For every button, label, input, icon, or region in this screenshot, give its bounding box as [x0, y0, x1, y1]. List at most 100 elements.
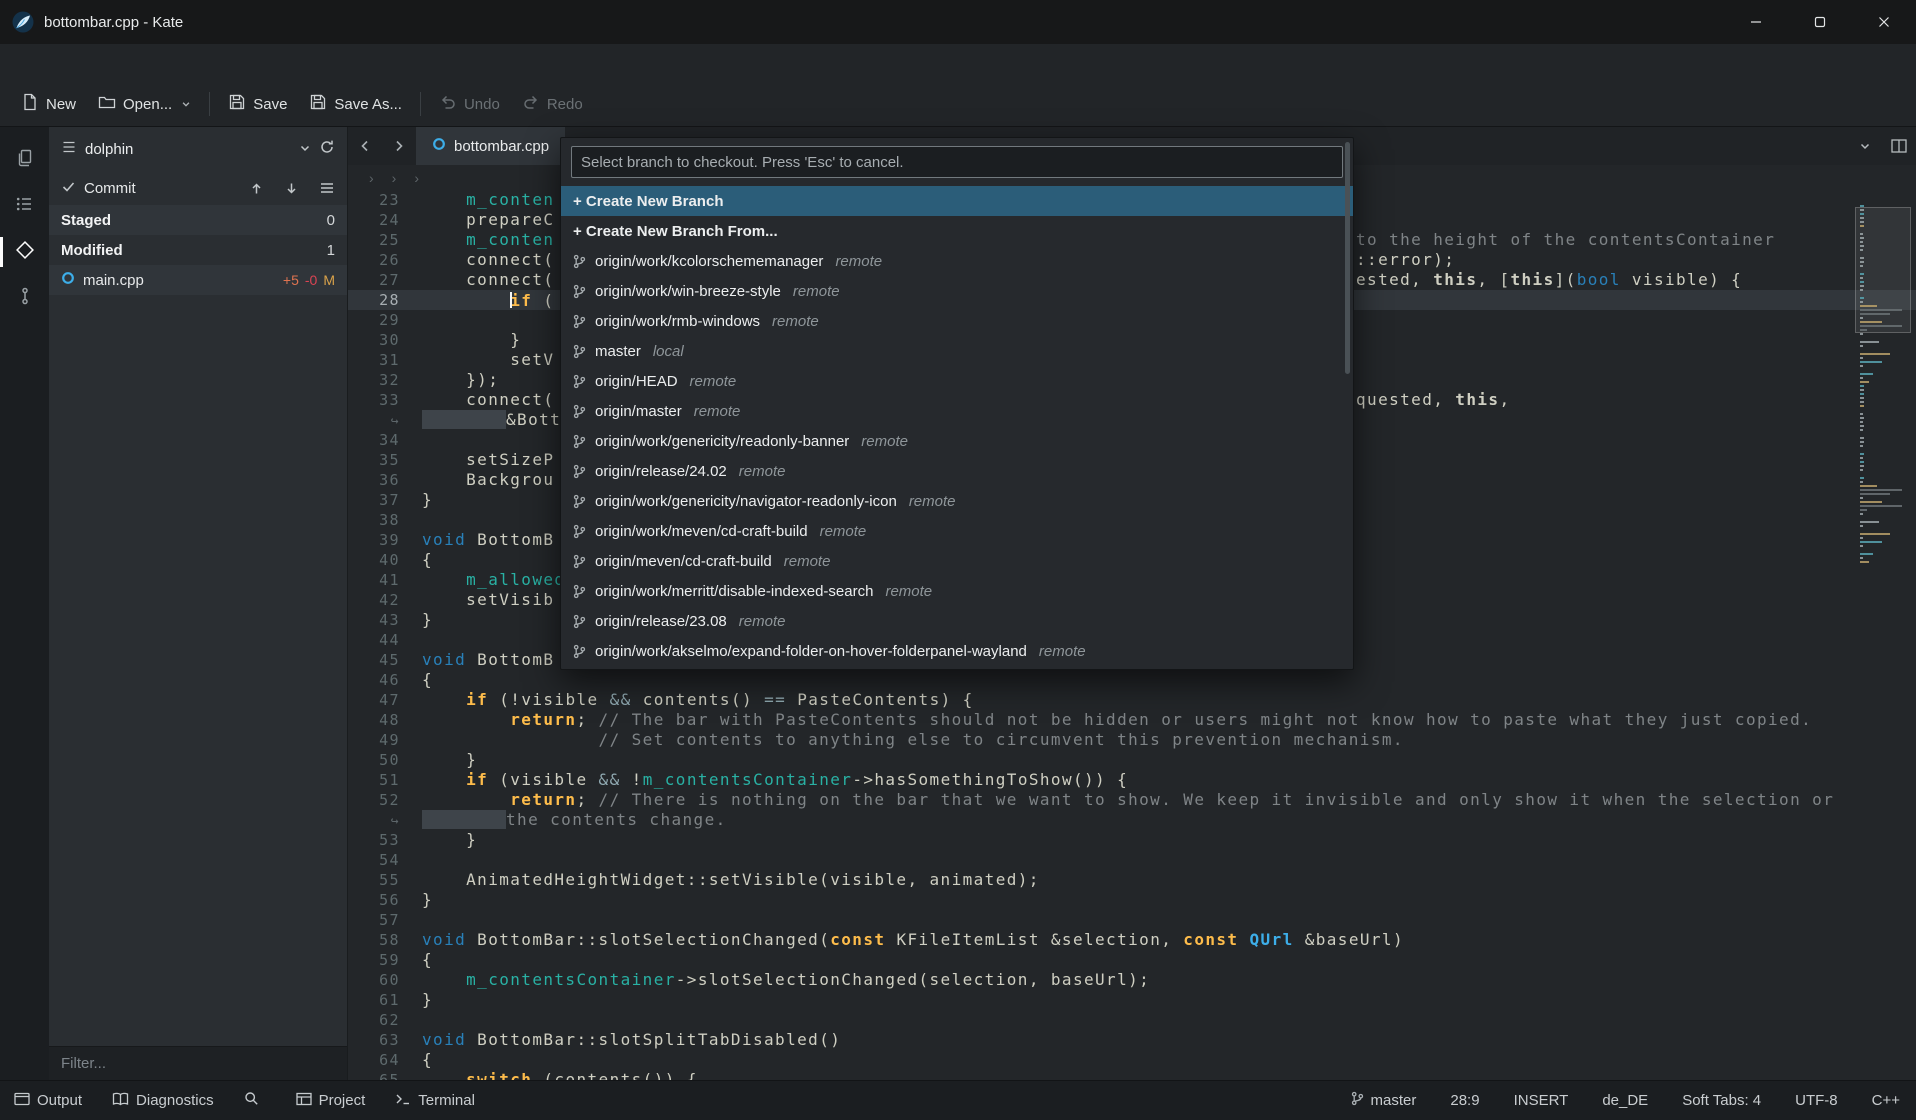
commit-button[interactable]: Commit — [84, 180, 136, 197]
branch-item[interactable]: origin/work/genericity/readonly-banner r… — [561, 426, 1353, 456]
terminal-toggle[interactable]: Terminal — [395, 1092, 475, 1110]
modified-section-row[interactable]: Modified 1 — [49, 235, 347, 265]
branch-item[interactable]: origin/HEAD remote — [561, 366, 1353, 396]
encoding[interactable]: UTF-8 — [1795, 1092, 1838, 1109]
statusbar: Output Diagnostics Project Terminal mast… — [0, 1080, 1916, 1120]
popup-scrollbar-thumb[interactable] — [1345, 142, 1350, 374]
refresh-icon[interactable] — [319, 139, 335, 159]
code-line: 49 // Set contents to anything else to c… — [348, 730, 1916, 750]
branch-item-scope: remote — [739, 613, 786, 630]
minimize-button[interactable] — [1724, 0, 1788, 44]
menu-item[interactable] — [128, 56, 152, 70]
input-mode[interactable]: INSERT — [1514, 1092, 1569, 1109]
menu-item[interactable] — [200, 56, 224, 70]
line-number: 59 — [348, 950, 410, 970]
maximize-button[interactable] — [1788, 0, 1852, 44]
tab-bottombar-cpp[interactable]: bottombar.cpp — [416, 127, 565, 165]
menu-item[interactable] — [248, 56, 272, 70]
minimap[interactable] — [1860, 205, 1906, 565]
branch-item[interactable]: origin/work/rmb-windows remote — [561, 306, 1353, 336]
file-status-icon — [61, 271, 75, 289]
line-content: return; // There is nothing on the bar t… — [410, 790, 1916, 810]
menu-item[interactable] — [176, 56, 200, 70]
branch-item[interactable]: origin/release/23.08 remote — [561, 606, 1353, 636]
code-line: 65 switch (contents()) { — [348, 1070, 1916, 1080]
split-view-icon[interactable] — [1882, 127, 1916, 165]
close-button[interactable] — [1852, 0, 1916, 44]
search-toggle[interactable] — [244, 1091, 266, 1110]
hamburger-menu-icon[interactable] — [319, 181, 335, 195]
diagnostics-toggle[interactable]: Diagnostics — [112, 1092, 214, 1110]
code-line: the contents change. — [348, 810, 1916, 830]
statusbar-right: master 28:9 INSERT de_DE Soft Tabs: 4 UT… — [1351, 1091, 1900, 1110]
documents-tool-button[interactable] — [0, 137, 49, 183]
breadcrumb-item[interactable] — [360, 170, 383, 186]
line-number: 58 — [348, 930, 410, 950]
git-panel: dolphin Commit Staged 0 Modified 1 main.… — [49, 127, 348, 1080]
kate-logo-icon — [12, 11, 34, 33]
code-line: 47 if (!visible && contents() == PasteCo… — [348, 690, 1916, 710]
redo-button[interactable]: Redo — [511, 87, 594, 121]
new-button[interactable]: New — [10, 87, 87, 121]
menu-item[interactable] — [32, 56, 56, 70]
menu-item[interactable] — [8, 56, 32, 70]
branch-item[interactable]: origin/release/24.02 remote — [561, 456, 1353, 486]
branch-item[interactable]: origin/master remote — [561, 396, 1353, 426]
chevron-down-icon[interactable] — [299, 141, 311, 158]
staged-section-row[interactable]: Staged 0 — [49, 205, 347, 235]
syntax-mode[interactable]: C++ — [1872, 1092, 1900, 1109]
project-toggle[interactable]: Project — [296, 1092, 366, 1110]
branch-item[interactable]: origin/work/merritt/disable-indexed-sear… — [561, 576, 1353, 606]
git-tool-button[interactable] — [0, 229, 49, 275]
breadcrumb-item[interactable] — [405, 170, 428, 186]
forward-button[interactable] — [382, 127, 416, 165]
menu-item[interactable] — [104, 56, 128, 70]
modified-file-row[interactable]: main.cpp +5 -0 M — [49, 265, 347, 295]
dictionary-locale[interactable]: de_DE — [1602, 1092, 1648, 1109]
code-line: 51 if (visible && !m_contentsContainer->… — [348, 770, 1916, 790]
toolbar: New Open... Save Save As... Undo Redo — [0, 82, 1916, 127]
breadcrumb-item[interactable] — [383, 170, 406, 186]
terminal-icon — [395, 1092, 411, 1110]
line-number: 63 — [348, 1030, 410, 1050]
tab-settings[interactable]: Soft Tabs: 4 — [1682, 1092, 1761, 1109]
undo-button[interactable]: Undo — [428, 87, 511, 121]
line-number: 23 — [348, 190, 410, 210]
branch-item[interactable]: origin/work/win-breeze-style remote — [561, 276, 1353, 306]
menu-item[interactable] — [80, 56, 104, 70]
line-content: } — [410, 990, 1916, 1010]
branch-search-field — [571, 146, 1343, 178]
pull-icon[interactable] — [284, 181, 299, 196]
branch-item[interactable]: master local — [561, 336, 1353, 366]
code-line: 48 return; // The bar with PasteContents… — [348, 710, 1916, 730]
branch-item[interactable]: origin/work/genericity/navigator-readonl… — [561, 486, 1353, 516]
push-icon[interactable] — [249, 181, 264, 196]
branch-item[interactable]: origin/work/kcolorschememanager remote — [561, 246, 1353, 276]
project-selector[interactable]: dolphin — [49, 127, 347, 171]
branch-item-name: origin/work/kcolorschememanager — [595, 253, 823, 270]
back-button[interactable] — [348, 127, 382, 165]
symbols-tool-button[interactable] — [0, 183, 49, 229]
menu-item[interactable] — [56, 56, 80, 70]
branch-item[interactable]: + Create New Branch From... — [561, 216, 1353, 246]
save-button[interactable]: Save — [217, 87, 298, 121]
cursor-position[interactable]: 28:9 — [1450, 1092, 1479, 1109]
save-icon — [228, 93, 246, 115]
git-branch-indicator[interactable]: master — [1351, 1091, 1417, 1110]
tab-list-chevron-icon[interactable] — [1848, 127, 1882, 165]
branch-item[interactable]: origin/meven/cd-craft-build remote — [561, 546, 1353, 576]
branch-search-input[interactable] — [572, 147, 1342, 177]
branch-item[interactable]: origin/work/meven/cd-craft-build remote — [561, 516, 1353, 546]
branch-item[interactable]: origin/work/akselmo/expand-folder-on-hov… — [561, 636, 1353, 666]
file-name: main.cpp — [83, 272, 144, 289]
branch-item[interactable]: + Create New Branch — [561, 186, 1353, 216]
search-icon — [244, 1091, 259, 1110]
menu-item[interactable] — [224, 56, 248, 70]
menu-item[interactable] — [152, 56, 176, 70]
open-button[interactable]: Open... — [87, 87, 202, 121]
save-as-button[interactable]: Save As... — [298, 87, 413, 121]
commit-graph-tool-button[interactable] — [0, 275, 49, 321]
filter-input[interactable] — [49, 1047, 347, 1080]
chevron-down-icon[interactable] — [181, 99, 191, 109]
output-toggle[interactable]: Output — [14, 1092, 82, 1110]
